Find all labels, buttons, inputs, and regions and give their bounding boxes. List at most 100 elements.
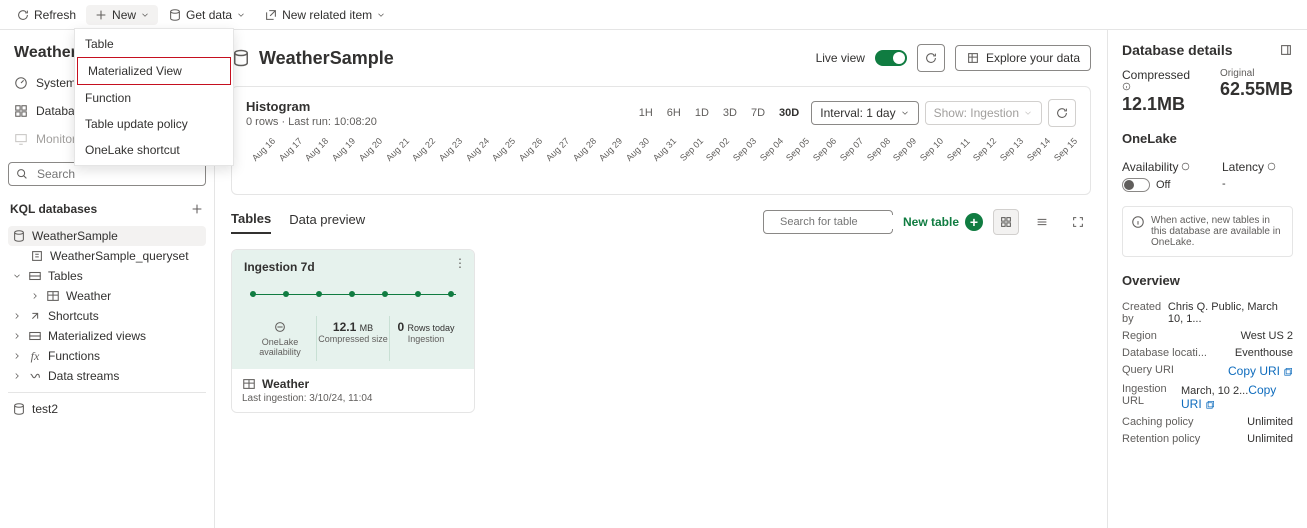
overview-heading: Overview — [1122, 273, 1293, 288]
tree-queryset[interactable]: WeatherSample_queryset — [8, 246, 206, 266]
tree-label: Functions — [48, 349, 100, 363]
tab-tables[interactable]: Tables — [231, 211, 271, 234]
stat-label: OneLake availability — [244, 337, 316, 357]
range-1D[interactable]: 1D — [689, 103, 715, 123]
new-button[interactable]: New — [86, 5, 158, 25]
tree-weather-row[interactable]: Weather — [8, 286, 206, 306]
section-label: KQL databases — [10, 202, 97, 216]
off-label: Off — [1156, 179, 1170, 191]
hist-refresh-button[interactable] — [1048, 99, 1076, 127]
tree-database[interactable]: WeatherSample — [8, 226, 206, 246]
get-data-button[interactable]: Get data — [160, 5, 254, 25]
new-table-button[interactable]: New table + — [903, 213, 983, 231]
new-table-label: New table — [903, 215, 959, 229]
view-list-button[interactable] — [1029, 209, 1055, 235]
details-title: Database details — [1122, 42, 1233, 58]
expand-button[interactable] — [1065, 209, 1091, 235]
tab-data-preview[interactable]: Data preview — [289, 212, 365, 233]
tree-label: WeatherSample — [32, 229, 118, 243]
tree-label: Shortcuts — [48, 309, 99, 323]
menu-table[interactable]: Table — [75, 31, 233, 57]
tree-functions-group[interactable]: fx Functions — [8, 346, 206, 366]
show-select[interactable]: Show: Ingestion — [925, 101, 1042, 125]
chevron-down-icon — [376, 10, 386, 20]
copy-icon[interactable] — [1204, 400, 1215, 411]
refresh-button[interactable]: Refresh — [8, 5, 84, 25]
date-tick: Aug 23 — [437, 142, 458, 163]
chevron-down-icon — [140, 10, 150, 20]
monitor-icon — [14, 132, 28, 146]
range-selector: 1H6H1D3D7D30D — [633, 103, 806, 123]
range-6H[interactable]: 6H — [661, 103, 687, 123]
histogram-title: Histogram — [246, 99, 377, 114]
search-input[interactable] — [35, 166, 199, 182]
stat-availability: OneLake availability — [244, 316, 316, 361]
refresh-button[interactable] — [917, 44, 945, 72]
details-panel: Database details Compressed 12.1MB Origi… — [1107, 30, 1307, 528]
new-related-button[interactable]: New related item — [256, 5, 394, 25]
stream-icon — [28, 369, 42, 383]
overview-list: Created byChris Q. Public, March 10, 1..… — [1122, 296, 1293, 445]
menu-onelake-shortcut[interactable]: OneLake shortcut — [75, 137, 233, 163]
copy-icon[interactable] — [1282, 367, 1293, 378]
menu-function[interactable]: Function — [75, 85, 233, 111]
date-tick: Sep 11 — [945, 142, 966, 163]
tree-test2[interactable]: test2 — [8, 399, 206, 419]
date-tick: Aug 22 — [410, 142, 431, 163]
table-search[interactable] — [763, 210, 893, 234]
range-30D[interactable]: 30D — [773, 103, 805, 123]
tree-label: test2 — [32, 402, 58, 416]
range-1H[interactable]: 1H — [633, 103, 659, 123]
ingestion-title: Ingestion 7d — [244, 260, 462, 274]
function-icon: fx — [28, 349, 42, 363]
date-tick: Sep 03 — [731, 142, 752, 163]
card-menu-button[interactable]: ⋮ — [454, 256, 466, 270]
live-view-toggle[interactable] — [875, 50, 907, 66]
date-tick: Sep 04 — [758, 142, 779, 163]
tree-label: WeatherSample_queryset — [50, 249, 189, 263]
database-icon — [12, 229, 26, 243]
collapse-icon[interactable] — [1279, 43, 1293, 57]
histogram-x-axis: Aug 16Aug 17Aug 18Aug 19Aug 20Aug 21Aug … — [246, 156, 1076, 166]
plus-icon[interactable] — [190, 202, 204, 216]
tree-matviews-group[interactable]: Materialized views — [8, 326, 206, 346]
database-icon — [168, 8, 182, 22]
availability-toggle[interactable] — [1122, 178, 1150, 192]
explore-data-button[interactable]: Explore your data — [955, 45, 1091, 71]
refresh-icon — [1055, 106, 1069, 120]
tree-streams-group[interactable]: Data streams — [8, 366, 206, 386]
menu-materialized-view[interactable]: Materialized View — [77, 57, 231, 85]
database-icon — [231, 48, 251, 68]
date-tick: Aug 31 — [651, 142, 672, 163]
date-tick: Sep 06 — [811, 142, 832, 163]
table-icon — [46, 289, 60, 303]
new-related-label: New related item — [282, 8, 372, 22]
kql-section: KQL databases — [8, 198, 206, 220]
date-tick: Aug 26 — [517, 142, 538, 163]
minus-circle-icon — [273, 320, 287, 334]
onelake-heading: OneLake — [1122, 131, 1293, 146]
view-icon — [28, 329, 42, 343]
range-3D[interactable]: 3D — [717, 103, 743, 123]
tabs: Tables Data preview New table + — [231, 209, 1091, 235]
chevron-down-icon — [12, 271, 22, 281]
new-label: New — [112, 8, 136, 22]
show-label: Show: Ingestion — [934, 106, 1019, 120]
date-tick: Aug 20 — [357, 142, 378, 163]
ingestion-card[interactable]: ⋮ Ingestion 7d — [231, 249, 475, 413]
interval-select[interactable]: Interval: 1 day — [811, 101, 918, 125]
date-tick: Aug 21 — [384, 142, 405, 163]
search-icon — [15, 167, 29, 181]
tree-shortcuts-group[interactable]: Shortcuts — [8, 306, 206, 326]
date-tick: Aug 28 — [571, 142, 592, 163]
folder-icon — [28, 269, 42, 283]
date-tick: Sep 09 — [891, 142, 912, 163]
menu-table-update-policy[interactable]: Table update policy — [75, 111, 233, 137]
view-grid-button[interactable] — [993, 209, 1019, 235]
date-tick: Sep 12 — [971, 142, 992, 163]
data-icon — [966, 51, 980, 65]
refresh-icon — [16, 8, 30, 22]
tree-tables-group[interactable]: Tables — [8, 266, 206, 286]
range-7D[interactable]: 7D — [745, 103, 771, 123]
date-tick: Sep 13 — [998, 142, 1019, 163]
